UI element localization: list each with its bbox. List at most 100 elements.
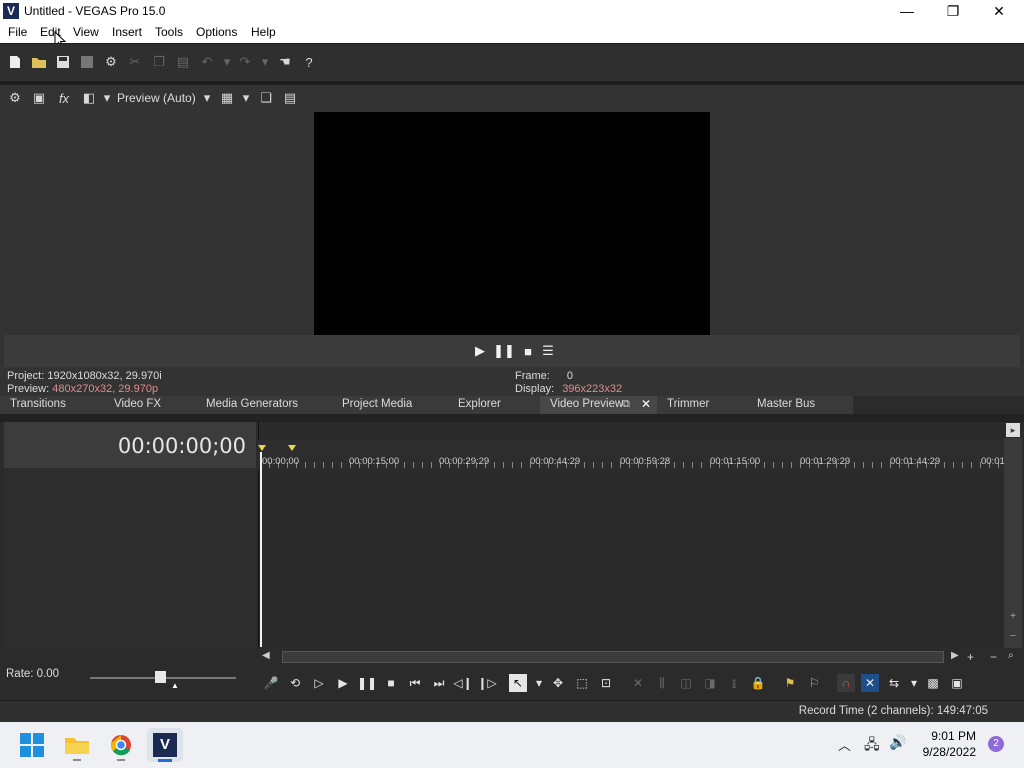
marker-bar-icon[interactable]: ▸ <box>1006 423 1020 437</box>
external-monitor-icon[interactable]: ▣ <box>30 89 48 107</box>
go-to-end-icon[interactable]: ⏭ <box>430 674 448 692</box>
preview-play-icon[interactable]: ▶ <box>472 343 488 359</box>
menu-help[interactable]: Help <box>249 25 278 39</box>
vegas-taskbar-icon[interactable]: V <box>147 728 183 762</box>
chrome-icon[interactable] <box>103 728 139 762</box>
preview-quality-dropdown-icon[interactable]: ▾ <box>198 89 216 107</box>
show-hidden-icons-chevron[interactable]: ︿ <box>838 735 851 754</box>
undock-window-icon[interactable]: ⧉ <box>622 398 630 411</box>
split-icon[interactable]: ⫾ <box>725 674 743 692</box>
insert-marker-icon[interactable]: ⚑ <box>781 674 799 692</box>
delete-icon[interactable]: ✕ <box>629 674 647 692</box>
tab-project-media[interactable]: Project Media <box>332 396 448 414</box>
close-tab-icon[interactable]: ✕ <box>641 397 651 411</box>
cut-icon[interactable]: ✂ <box>126 53 144 71</box>
tab-explorer[interactable]: Explorer <box>448 396 540 414</box>
open-folder-icon[interactable] <box>30 53 48 71</box>
menu-file[interactable]: File <box>6 25 29 39</box>
menu-options[interactable]: Options <box>194 25 239 39</box>
ripple-edit-icon[interactable]: ⇆ <box>885 674 903 692</box>
go-to-start-icon[interactable]: ⏮ <box>406 674 424 692</box>
menu-tools[interactable]: Tools <box>153 25 185 39</box>
rate-slider-thumb[interactable] <box>155 671 166 683</box>
network-icon[interactable]: 🖧 <box>864 734 880 758</box>
volume-icon[interactable]: 🔊 <box>889 734 906 751</box>
zoom-tool-icon[interactable]: ⌕ <box>1008 650 1014 661</box>
edit-tool-dropdown-icon[interactable]: ▾ <box>530 674 548 692</box>
overlays-grid-icon[interactable]: ▦ <box>218 89 236 107</box>
preview-stop-icon[interactable]: ■ <box>520 343 536 359</box>
save-snapshot-icon[interactable]: ▤ <box>281 89 299 107</box>
notification-badge[interactable]: 2 <box>988 736 1004 752</box>
playhead-cursor[interactable] <box>260 452 262 647</box>
redo-icon[interactable]: ↷ <box>236 53 254 71</box>
menu-insert[interactable]: Insert <box>110 25 144 39</box>
taskbar-clock-time[interactable]: 9:01 PM <box>931 729 976 743</box>
scroll-right-icon[interactable]: ▶ <box>951 650 959 661</box>
selection-tool-icon[interactable]: ⬚ <box>573 674 591 692</box>
zoom-out-time-icon[interactable]: − <box>990 650 997 664</box>
pause-icon[interactable]: ❚❚ <box>357 674 377 692</box>
ignore-grouping-icon[interactable]: ▣ <box>948 674 966 692</box>
copy-icon[interactable]: ❐ <box>150 53 168 71</box>
snapping-magnet-icon[interactable]: ∩ <box>837 674 855 692</box>
split-dropdown-icon[interactable]: ▾ <box>98 89 116 107</box>
play-icon[interactable]: ▶ <box>334 674 352 692</box>
trim-end-icon[interactable]: ◨ <box>701 674 719 692</box>
zoom-in-vertical-icon[interactable]: + <box>1005 611 1021 625</box>
normal-edit-tool-icon[interactable]: ↖ <box>509 674 527 692</box>
lock-envelopes-icon[interactable]: ▩ <box>924 674 942 692</box>
paste-icon[interactable]: ▤ <box>174 53 192 71</box>
trim-icon[interactable]: ⫼ <box>653 674 671 692</box>
undo-icon[interactable]: ↶ <box>198 53 216 71</box>
horizontal-scrollbar[interactable] <box>282 651 944 663</box>
zoom-in-time-icon[interactable]: + <box>967 650 974 664</box>
play-from-start-icon[interactable]: ▷ <box>310 674 328 692</box>
tab-trimmer[interactable]: Trimmer <box>657 396 747 414</box>
taskbar-clock-date[interactable]: 9/28/2022 <box>923 745 976 759</box>
tab-master-bus[interactable]: Master Bus <box>747 396 853 414</box>
insert-region-icon[interactable]: ⚐ <box>805 674 823 692</box>
split-screen-icon[interactable]: ◧ <box>80 89 98 107</box>
zoom-edit-tool-icon[interactable]: ⊡ <box>597 674 615 692</box>
ripple-dropdown-icon[interactable]: ▾ <box>905 674 923 692</box>
save-as-icon[interactable] <box>78 53 96 71</box>
redo-dropdown-icon[interactable]: ▾ <box>256 53 274 71</box>
preview-menu-icon[interactable]: ☰ <box>540 343 556 359</box>
stop-icon[interactable]: ■ <box>382 674 400 692</box>
undo-dropdown-icon[interactable]: ▾ <box>218 53 236 71</box>
tab-media-generators[interactable]: Media Generators <box>196 396 332 414</box>
scroll-left-icon[interactable]: ◀ <box>262 650 270 661</box>
maximize-button[interactable]: ❐ <box>930 0 976 22</box>
dock-splitter[interactable] <box>0 414 1024 422</box>
new-project-icon[interactable] <box>6 53 24 71</box>
preview-pause-icon[interactable]: ❚❚ <box>493 343 515 359</box>
auto-crossfade-icon[interactable]: ✕ <box>861 674 879 692</box>
record-icon[interactable]: 🎤 <box>262 674 280 692</box>
previous-frame-icon[interactable]: ◁❙ <box>453 674 472 692</box>
tab-video-fx[interactable]: Video FX <box>104 396 196 414</box>
menu-view[interactable]: View <box>71 25 101 39</box>
next-frame-icon[interactable]: ❙▷ <box>477 674 496 692</box>
envelope-tool-icon[interactable]: ✥ <box>549 674 567 692</box>
file-explorer-icon[interactable] <box>59 728 95 762</box>
loop-region-markers[interactable] <box>258 443 298 453</box>
minimize-button[interactable]: — <box>884 0 930 22</box>
loop-playback-icon[interactable]: ⟲ <box>286 674 304 692</box>
whats-this-help-icon[interactable]: ☚ <box>276 53 294 71</box>
preview-quality-select[interactable]: Preview (Auto) <box>117 91 196 105</box>
trim-start-icon[interactable]: ◫ <box>677 674 695 692</box>
tab-transitions[interactable]: Transitions <box>0 396 104 414</box>
properties-gear-icon[interactable]: ⚙ <box>102 53 120 71</box>
lock-icon[interactable]: 🔒 <box>749 674 767 692</box>
overlays-dropdown-icon[interactable]: ▾ <box>237 89 255 107</box>
copy-snapshot-icon[interactable]: ❏ <box>257 89 275 107</box>
tab-video-preview[interactable]: Video Preview <box>540 396 657 414</box>
save-icon[interactable] <box>54 53 72 71</box>
windows-start-icon[interactable] <box>14 728 50 762</box>
preview-properties-icon[interactable]: ⚙ <box>6 89 24 107</box>
video-fx-icon[interactable]: fx <box>55 89 73 107</box>
zoom-out-vertical-icon[interactable]: − <box>1005 631 1021 645</box>
help-icon[interactable]: ? <box>300 53 318 71</box>
close-button[interactable]: ✕ <box>976 0 1022 22</box>
